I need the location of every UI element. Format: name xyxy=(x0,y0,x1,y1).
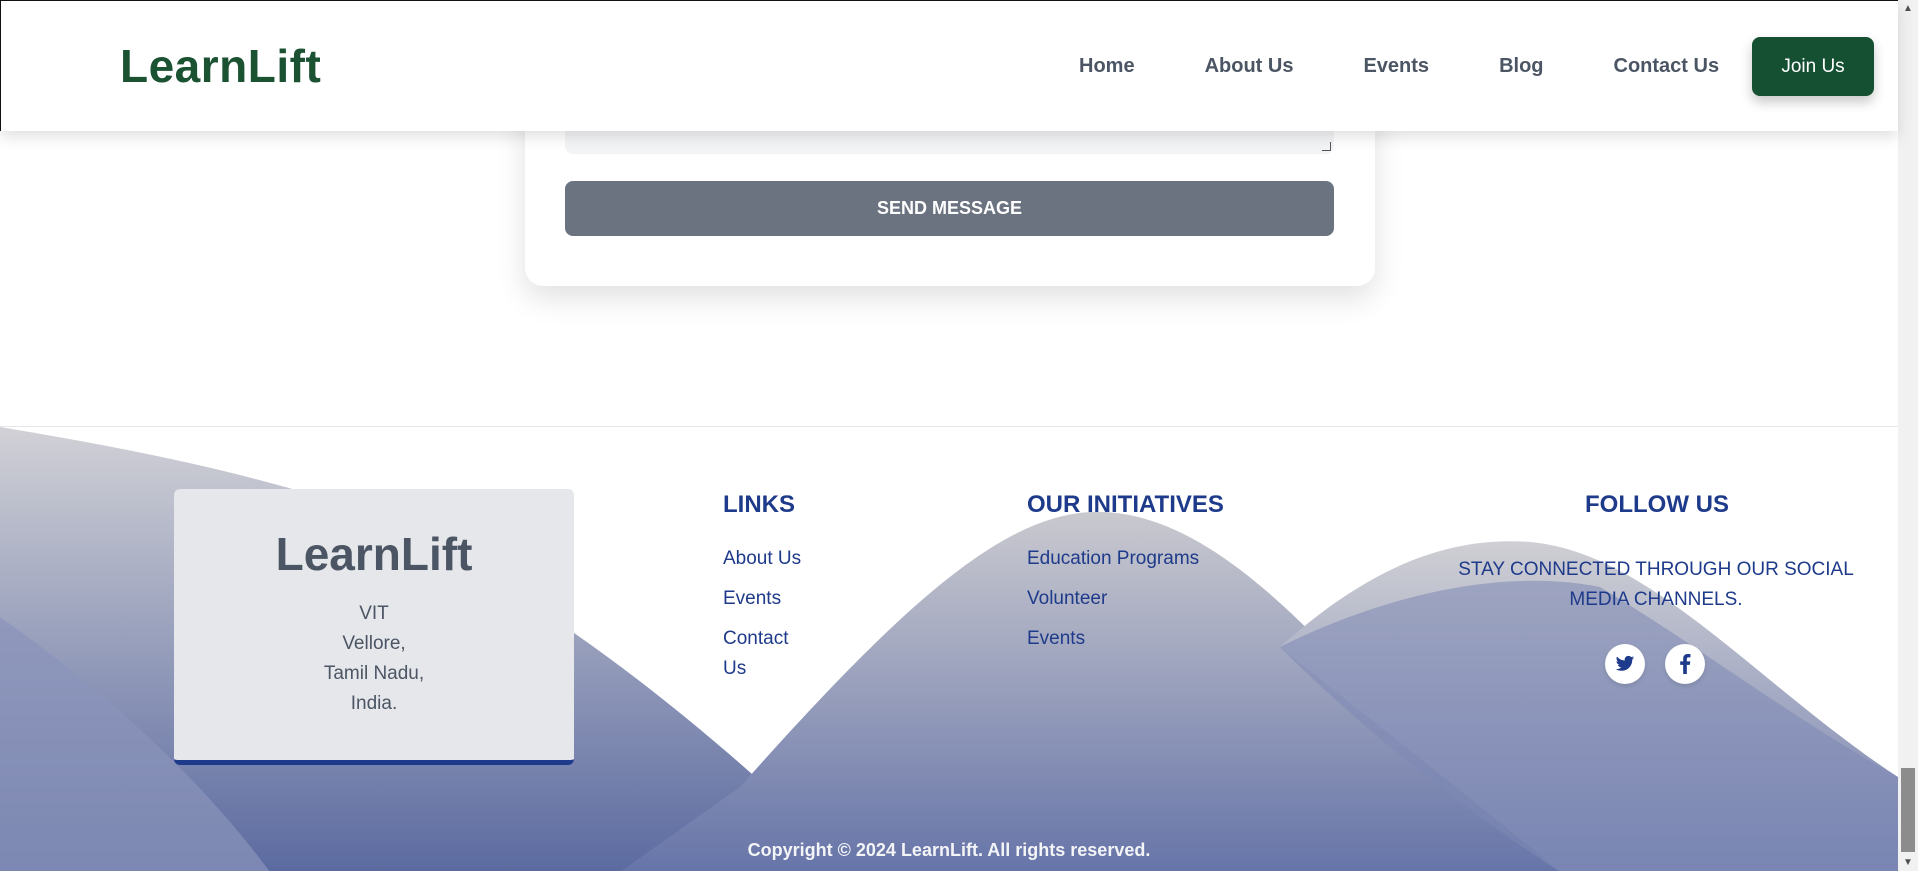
resize-handle-icon[interactable] xyxy=(1322,142,1331,151)
scroll-down-arrow-icon[interactable]: ▼ xyxy=(1898,854,1918,871)
initiatives-title: OUR INITIATIVES xyxy=(1027,491,1224,518)
twitter-icon xyxy=(1615,655,1635,671)
footer-link-volunteer[interactable]: Volunteer xyxy=(1027,584,1107,614)
site-header: LearnLift Home About Us Events Blog Cont… xyxy=(0,0,1898,131)
facebook-icon xyxy=(1680,654,1691,674)
nav-home[interactable]: Home xyxy=(1079,55,1135,78)
footer-link-contact-us-line2[interactable]: Us xyxy=(723,654,746,684)
links-title: LINKS xyxy=(723,491,795,518)
footer-brand-card: LearnLift VIT Vellore, Tamil Nadu, India… xyxy=(174,489,574,765)
follow-text-line: STAY CONNECTED THROUGH OUR SOCIAL xyxy=(1458,559,1854,580)
footer-link-education-programs[interactable]: Education Programs xyxy=(1027,544,1199,574)
page-scrollbar[interactable]: ▲ ▼ xyxy=(1898,0,1918,871)
scroll-thumb[interactable] xyxy=(1901,768,1915,852)
scroll-up-arrow-icon[interactable]: ▲ xyxy=(1898,0,1918,17)
address-line: VIT xyxy=(359,603,389,624)
twitter-link[interactable] xyxy=(1605,644,1645,684)
footer-address: VIT Vellore, Tamil Nadu, India. xyxy=(174,599,574,719)
follow-us-text: STAY CONNECTED THROUGH OUR SOCIAL MEDIA … xyxy=(1448,555,1864,615)
follow-text-line: MEDIA CHANNELS. xyxy=(1569,589,1743,610)
nav-about-us[interactable]: About Us xyxy=(1205,55,1294,78)
address-line: Tamil Nadu, xyxy=(323,663,425,684)
join-us-button[interactable]: Join Us xyxy=(1752,37,1874,96)
address-line: Vellore, xyxy=(342,633,406,654)
nav-blog[interactable]: Blog xyxy=(1499,55,1543,78)
site-logo[interactable]: LearnLift xyxy=(120,39,321,93)
facebook-link[interactable] xyxy=(1665,644,1705,684)
address-line: India. xyxy=(350,693,398,714)
footer-link-about-us[interactable]: About Us xyxy=(723,544,801,574)
copyright-text: Copyright © 2024 LearnLift. All rights r… xyxy=(747,840,1151,860)
footer-link-contact[interactable]: Contact xyxy=(723,624,788,654)
page: LearnLift Home About Us Events Blog Cont… xyxy=(0,0,1918,871)
send-message-button[interactable]: SEND MESSAGE xyxy=(565,181,1334,236)
footer-link-initiative-events[interactable]: Events xyxy=(1027,624,1085,654)
footer-brand-title: LearnLift xyxy=(275,528,473,580)
nav-contact-us[interactable]: Contact Us xyxy=(1614,55,1720,78)
site-footer: LearnLift VIT Vellore, Tamil Nadu, India… xyxy=(0,426,1898,871)
follow-us-title: FOLLOW US xyxy=(1585,491,1729,518)
footer-link-events[interactable]: Events xyxy=(723,584,781,614)
nav-events[interactable]: Events xyxy=(1363,55,1429,78)
main-nav: Home About Us Events Blog Contact Us xyxy=(1079,55,1789,78)
